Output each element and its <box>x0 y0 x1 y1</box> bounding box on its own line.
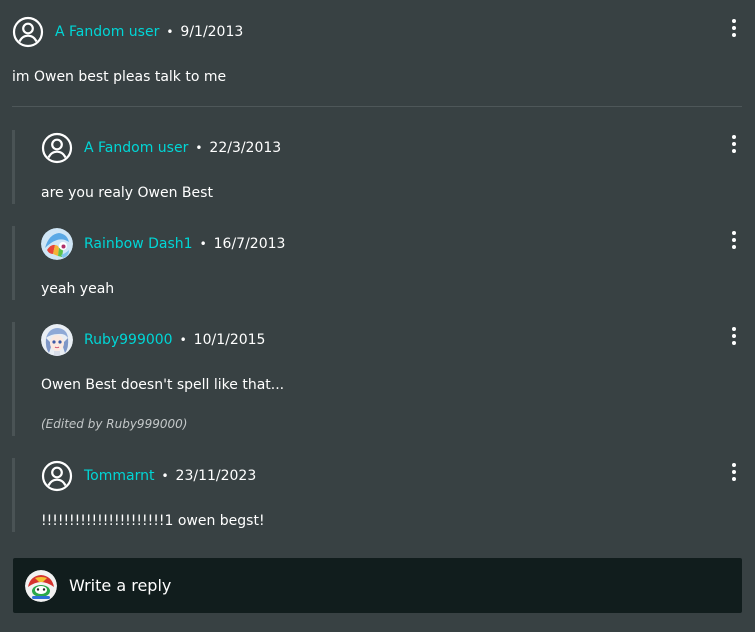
reply-rail <box>12 226 15 300</box>
ruby-avatar[interactable] <box>41 324 73 356</box>
post-meta: A Fandom user • 9/1/2013 <box>55 16 243 48</box>
reply-rail <box>12 458 15 532</box>
reply-body: yeah yeah <box>41 281 115 297</box>
reply-body: are you realy Owen Best <box>41 185 213 201</box>
more-options-icon[interactable] <box>724 16 744 40</box>
default-user-icon[interactable] <box>12 16 44 48</box>
reply-author-link[interactable]: Rainbow Dash1 <box>84 236 193 252</box>
meta-separator: • <box>161 469 169 483</box>
reply-rail <box>12 322 15 436</box>
reply-author-link[interactable]: A Fandom user <box>84 140 188 156</box>
meta-separator: • <box>195 141 203 155</box>
more-options-icon[interactable] <box>724 324 744 348</box>
reply-date: 22/3/2013 <box>209 140 282 156</box>
meta-separator: • <box>179 333 187 347</box>
more-options-icon[interactable] <box>724 228 744 252</box>
edited-note: (Edited by Ruby999000) <box>41 417 188 431</box>
post-body: im Owen best pleas talk to me <box>12 69 227 85</box>
reply-date: 23/11/2023 <box>175 468 257 484</box>
write-reply-box[interactable]: Write a reply <box>13 558 742 613</box>
more-options-icon[interactable] <box>724 460 744 484</box>
thread-divider <box>12 106 742 107</box>
meta-separator: • <box>166 25 174 39</box>
reply-meta: Rainbow Dash1 • 16/7/2013 <box>84 228 285 260</box>
reply-rail <box>12 130 15 204</box>
default-user-icon[interactable] <box>41 132 73 164</box>
rainbow-dash-avatar[interactable] <box>41 228 73 260</box>
reply-date: 16/7/2013 <box>213 236 286 252</box>
reply-author-link[interactable]: Tommarnt <box>84 468 154 484</box>
more-options-icon[interactable] <box>724 132 744 156</box>
discussion-thread: A Fandom user • 9/1/2013 im Owen best pl… <box>0 0 755 632</box>
reply-meta: Tommarnt • 23/11/2023 <box>84 460 256 492</box>
post-date: 9/1/2013 <box>180 24 244 40</box>
reply-author-link[interactable]: Ruby999000 <box>84 332 173 348</box>
reply-placeholder: Write a reply <box>69 576 172 595</box>
post-author-link[interactable]: A Fandom user <box>55 24 159 40</box>
reply-meta: Ruby999000 • 10/1/2015 <box>84 324 265 356</box>
reply-body: !!!!!!!!!!!!!!!!!!!!!!1 owen begst! <box>41 513 265 529</box>
current-user-avatar <box>25 570 57 602</box>
reply-date: 10/1/2015 <box>193 332 266 348</box>
meta-separator: • <box>199 237 207 251</box>
reply-meta: A Fandom user • 22/3/2013 <box>84 132 281 164</box>
reply-body: Owen Best doesn't spell like that... <box>41 377 285 393</box>
default-user-icon[interactable] <box>41 460 73 492</box>
